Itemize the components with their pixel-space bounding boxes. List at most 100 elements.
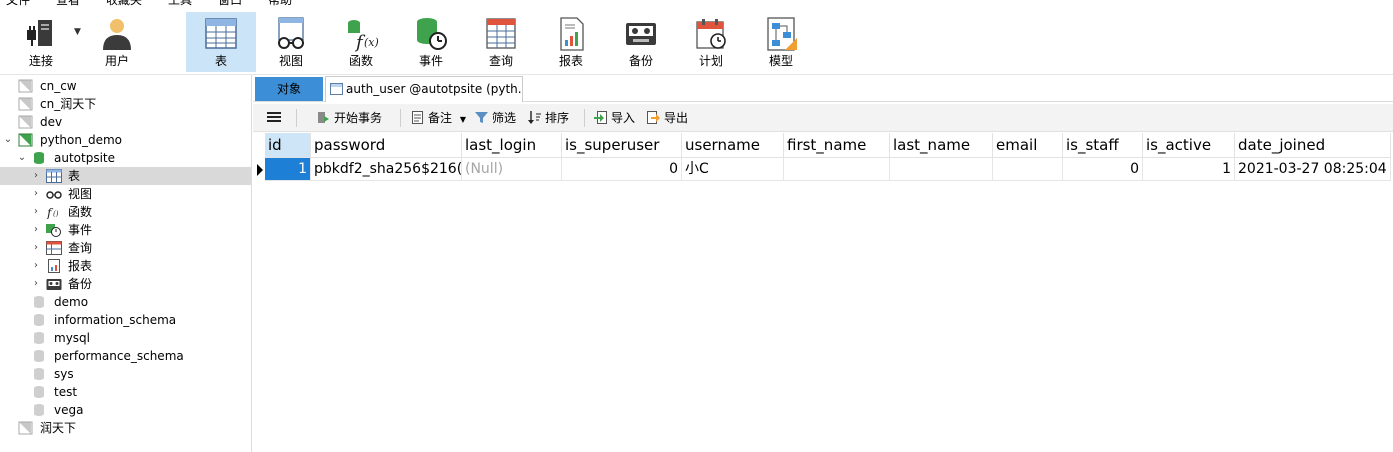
chevron-down-icon[interactable]: ▼ <box>74 27 81 37</box>
tree-item-queries[interactable]: › 查询 <box>0 239 251 257</box>
chevron-down-icon[interactable]: ⌄ <box>3 131 13 149</box>
toolbar-label: 查询 <box>488 54 513 68</box>
transaction-icon <box>317 111 330 124</box>
tree-item-functions[interactable]: › f() 函数 <box>0 203 251 221</box>
toolbar-backup-button[interactable]: 备份 <box>606 12 676 72</box>
menu-file[interactable]: 文件 <box>6 0 30 9</box>
filter-button[interactable]: 筛选 <box>475 110 516 126</box>
tree-item-database[interactable]: vega <box>0 401 251 419</box>
chevron-right-icon[interactable]: › <box>31 257 41 275</box>
toolbar-query-button[interactable]: 查询 <box>466 12 536 72</box>
toolbar-divider <box>584 109 585 127</box>
connection-icon <box>18 97 34 111</box>
table-cell[interactable] <box>784 158 890 181</box>
menu-tools[interactable]: 工具 <box>168 0 192 9</box>
column-header-last-login[interactable]: last_login <box>462 133 562 158</box>
toolbar-event-button[interactable]: 事件 <box>396 12 466 72</box>
column-header-is-staff[interactable]: is_staff <box>1063 133 1143 158</box>
query-icon <box>483 16 519 52</box>
tab-objects[interactable]: 对象 <box>255 77 323 101</box>
connection-icon <box>23 16 59 52</box>
column-header-email[interactable]: email <box>993 133 1063 158</box>
toolbar-model-button[interactable]: 模型 <box>746 12 816 72</box>
begin-transaction-button[interactable]: 开始事务 <box>317 110 382 126</box>
filter-icon <box>475 111 488 124</box>
table-cell[interactable] <box>993 158 1063 181</box>
tree-item-connection[interactable]: cn_cw <box>0 77 251 95</box>
database-icon <box>33 403 49 417</box>
report-icon <box>553 16 589 52</box>
table-cell[interactable]: 0 <box>562 158 682 181</box>
tree-item-tables[interactable]: › 表 <box>0 167 251 185</box>
schedule-icon <box>693 16 729 52</box>
connection-icon <box>18 421 34 435</box>
tree-item-database[interactable]: information_schema <box>0 311 251 329</box>
menu-window[interactable]: 窗口 <box>218 0 242 9</box>
chevron-right-icon[interactable]: › <box>31 275 41 293</box>
toolbar-report-button[interactable]: 报表 <box>536 12 606 72</box>
table-cell[interactable] <box>890 158 993 181</box>
column-header-is-active[interactable]: is_active <box>1143 133 1235 158</box>
tree-item-views[interactable]: › 视图 <box>0 185 251 203</box>
chevron-right-icon[interactable]: › <box>31 185 41 203</box>
tab-auth-user[interactable]: auth_user @autotpsite (pyth... <box>325 76 523 102</box>
backup-icon <box>623 16 659 52</box>
column-header-date-joined[interactable]: date_joined <box>1235 133 1391 158</box>
toolbar-function-button[interactable]: f (x) 函数 <box>326 12 396 72</box>
chevron-right-icon[interactable]: › <box>31 221 41 239</box>
tree-item-database[interactable]: test <box>0 383 251 401</box>
sort-button[interactable]: 排序 <box>528 110 569 126</box>
chevron-down-icon[interactable]: ⌄ <box>17 149 27 167</box>
toolbar-connection-button[interactable]: 连接 <box>6 12 76 72</box>
table-cell[interactable]: 小C <box>682 158 784 181</box>
report-icon <box>46 259 62 273</box>
toolbar-schedule-button[interactable]: 计划 <box>676 12 746 72</box>
column-header-first-name[interactable]: first_name <box>784 133 890 158</box>
database-icon <box>33 151 49 165</box>
menu-view[interactable]: 查看 <box>56 0 80 9</box>
column-header-username[interactable]: username <box>682 133 784 158</box>
chevron-right-icon[interactable]: › <box>31 203 41 221</box>
chevron-down-icon[interactable]: ▼ <box>460 115 466 124</box>
table-cell[interactable]: 1 <box>1143 158 1235 181</box>
note-button[interactable]: 备注 ▼ <box>411 110 466 126</box>
toolbar-table-button[interactable]: 表 <box>186 12 256 72</box>
tree-item-connection[interactable]: cn_润天下 <box>0 95 251 113</box>
chevron-right-icon[interactable]: › <box>31 239 41 257</box>
column-header-id[interactable]: id <box>265 133 311 158</box>
column-header-is-superuser[interactable]: is_superuser <box>562 133 682 158</box>
connection-icon <box>18 133 34 147</box>
column-header-password[interactable]: password <box>311 133 462 158</box>
menu-favorites[interactable]: 收藏夹 <box>106 0 142 9</box>
table-cell[interactable]: 0 <box>1063 158 1143 181</box>
import-button[interactable]: 导入 <box>594 110 635 126</box>
column-header-last-name[interactable]: last_name <box>890 133 993 158</box>
chevron-right-icon[interactable]: › <box>31 167 41 185</box>
table-cell[interactable]: 2021-03-27 08:25:04 <box>1235 158 1391 181</box>
export-button[interactable]: 导出 <box>647 110 688 126</box>
tree-item-reports[interactable]: › 报表 <box>0 257 251 275</box>
tree-item-database[interactable]: performance_schema <box>0 347 251 365</box>
tree-item-backups[interactable]: › 备份 <box>0 275 251 293</box>
table-cell[interactable]: 1 <box>265 158 311 181</box>
database-icon <box>33 313 49 327</box>
toolbar-view-button[interactable]: 视图 <box>256 12 326 72</box>
tree-item-connection[interactable]: 润天下 <box>0 419 251 437</box>
table-cell[interactable]: (Null) <box>462 158 562 181</box>
menu-help[interactable]: 帮助 <box>268 0 292 9</box>
tree-item-connection-open[interactable]: ⌄ python_demo <box>0 131 251 149</box>
event-icon <box>46 223 62 237</box>
tree-item-events[interactable]: › 事件 <box>0 221 251 239</box>
toolbar-user-button[interactable]: 用户 <box>82 12 152 72</box>
tree-item-connection[interactable]: dev <box>0 113 251 131</box>
tree-item-database[interactable]: demo <box>0 293 251 311</box>
export-icon <box>647 111 660 124</box>
tree-item-database[interactable]: mysql <box>0 329 251 347</box>
tree-item-database[interactable]: sys <box>0 365 251 383</box>
tree-item-database-open[interactable]: ⌄ autotpsite <box>0 149 251 167</box>
table-cell[interactable]: pbkdf2_sha256$216( <box>311 158 462 181</box>
toolbar-divider <box>296 109 297 127</box>
table-icon <box>203 16 239 52</box>
database-icon <box>33 349 49 363</box>
menu-icon[interactable] <box>267 110 281 126</box>
